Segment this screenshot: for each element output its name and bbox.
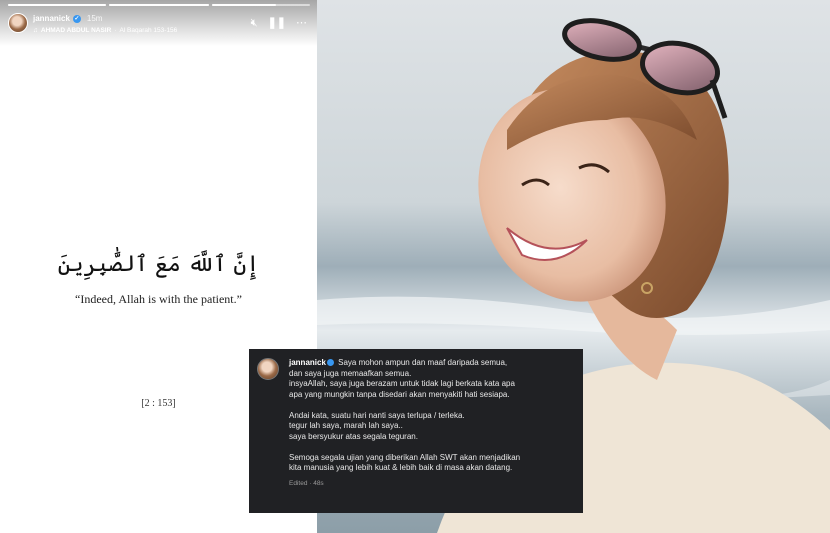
- caption-username[interactable]: jannanick: [289, 358, 326, 367]
- caption-text: Semoga segala ujian yang diberikan Allah…: [289, 452, 521, 462]
- music-note-icon: ♫: [33, 27, 38, 34]
- caption-text: kita manusia yang lebih kuat & lebih bai…: [289, 463, 513, 472]
- story-progress-2: [109, 4, 209, 6]
- edited-timestamp: Edited · 48s: [289, 479, 324, 487]
- story-controls: 🔇︎ ❚❚ ⋯: [251, 17, 307, 29]
- screenshot-stage: jannanick ✓ 15m ♫ AHMAD ABDUL NASIR · Al…: [0, 0, 830, 533]
- story-username[interactable]: jannanick: [33, 14, 70, 23]
- story-timestamp: 15m: [86, 14, 103, 23]
- more-icon[interactable]: ⋯: [296, 17, 307, 29]
- caption-text: saya bersyukur atas segala teguran.: [289, 431, 418, 441]
- caption-text: apa yang mungkin tanpa disedari akan men…: [289, 389, 510, 399]
- music-separator: ·: [114, 27, 117, 34]
- verified-badge-icon: [326, 359, 334, 366]
- caption-text: tegur lah saya, marah lah saya..: [289, 421, 403, 430]
- caption-card: jannanick Saya mohon ampun dan maaf dari…: [249, 349, 583, 513]
- verified-badge-icon: ✓: [72, 14, 81, 23]
- story-username-row[interactable]: jannanick ✓ 15m: [33, 14, 102, 23]
- avatar[interactable]: [8, 13, 28, 33]
- avatar[interactable]: [257, 358, 279, 380]
- music-track: Al Baqarah 153-156: [119, 27, 178, 34]
- story-progress-3: [212, 4, 310, 6]
- arabic-verse: إِنَّ ٱللَّهَ مَعَ ٱلصَّٰبِرِينَ: [57, 252, 260, 277]
- caption-text: Andai kata, suatu hari nanti saya terlup…: [289, 410, 465, 420]
- speaker-muted-icon[interactable]: 🔇︎: [251, 17, 258, 29]
- verse-translation: “Indeed, Allah is with the patient.”: [75, 292, 242, 306]
- caption-text: insyaAllah, saya juga berazam untuk tida…: [289, 379, 515, 388]
- caption-line: jannanick Saya mohon ampun dan maaf dari…: [289, 358, 573, 369]
- caption-text: Saya mohon ampun dan maaf daripada semua…: [338, 358, 508, 367]
- story-music-row[interactable]: ♫ AHMAD ABDUL NASIR · Al Baqarah 153-156: [33, 27, 177, 34]
- story-progress-1: [8, 4, 106, 6]
- music-artist: AHMAD ABDUL NASIR: [40, 27, 112, 34]
- caption-text: dan saya juga memaafkan semua.: [289, 368, 412, 378]
- story-header: jannanick ✓ 15m ♫ AHMAD ABDUL NASIR · Al…: [0, 0, 317, 46]
- pause-icon[interactable]: ❚❚: [268, 17, 286, 29]
